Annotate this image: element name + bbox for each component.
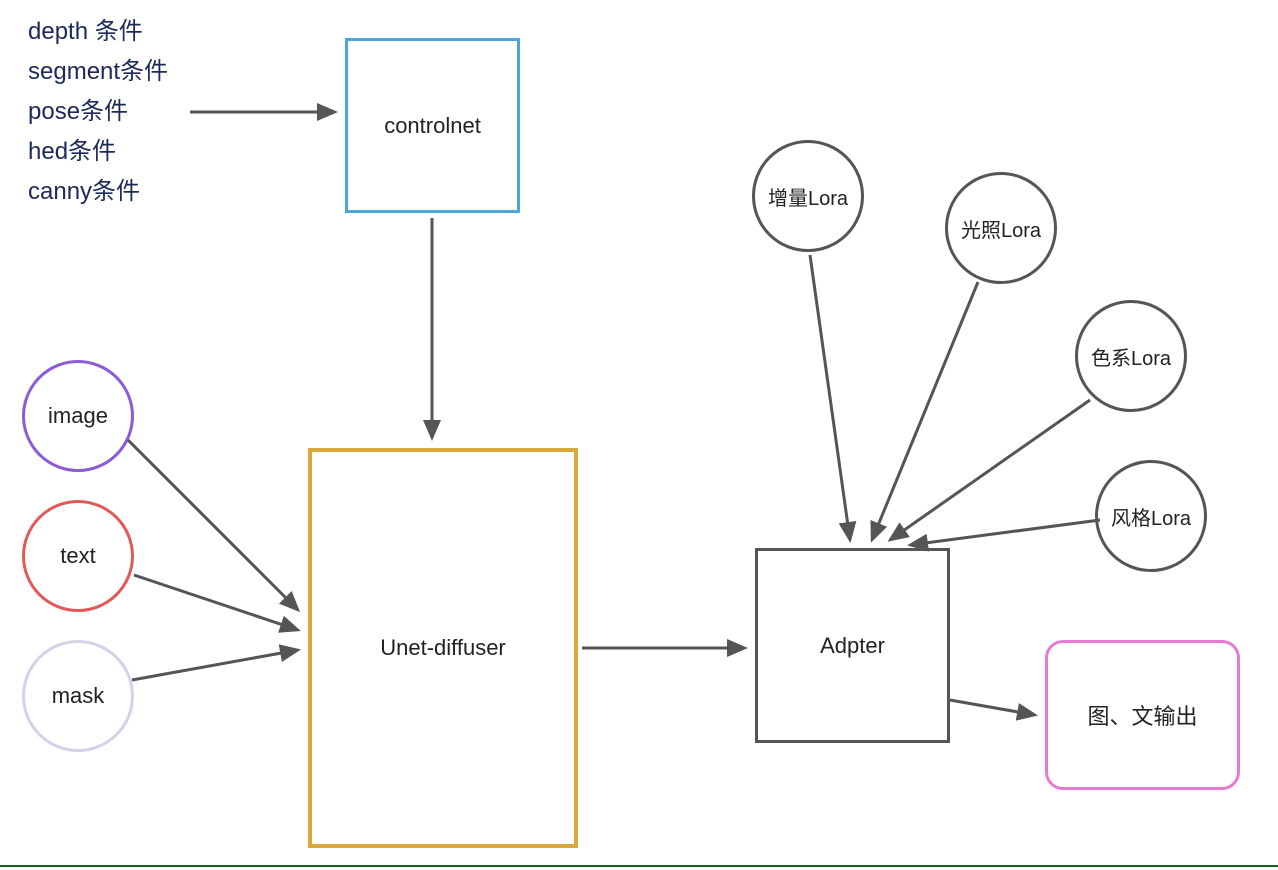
arrow-lora-a-to-adapter: [810, 255, 850, 540]
unet-diffuser-box: Unet-diffuser: [308, 448, 578, 848]
adapter-label: Adpter: [820, 633, 885, 659]
condition-item: hed条件: [28, 132, 168, 172]
controlnet-label: controlnet: [384, 113, 481, 139]
bottom-divider: [0, 865, 1278, 867]
condition-item: depth 条件: [28, 12, 168, 52]
arrow-lora-b-to-adapter: [872, 282, 978, 540]
condition-item: segment条件: [28, 52, 168, 92]
input-image-label: image: [48, 403, 108, 429]
lora-node: 风格Lora: [1095, 460, 1207, 572]
lora-node: 增量Lora: [752, 140, 864, 252]
input-text-node: text: [22, 500, 134, 612]
input-text-label: text: [60, 543, 95, 569]
lora-node: 光照Lora: [945, 172, 1057, 284]
condition-item: canny条件: [28, 172, 168, 212]
lora-label: 色系Lora: [1091, 342, 1171, 371]
arrow-mask-to-unet: [132, 650, 298, 680]
arrow-adapter-to-output: [950, 700, 1035, 715]
input-mask-node: mask: [22, 640, 134, 752]
condition-list: depth 条件 segment条件 pose条件 hed条件 canny条件: [28, 12, 168, 212]
controlnet-box: controlnet: [345, 38, 520, 213]
output-label: 图、文输出: [1087, 699, 1197, 731]
lora-node: 色系Lora: [1075, 300, 1187, 412]
arrow-lora-d-to-adapter: [910, 520, 1100, 545]
arrow-text-to-unet: [134, 575, 298, 630]
arrow-image-to-unet: [128, 440, 298, 610]
condition-item: pose条件: [28, 92, 168, 132]
output-box: 图、文输出: [1045, 640, 1240, 790]
input-image-node: image: [22, 360, 134, 472]
lora-label: 风格Lora: [1111, 502, 1191, 531]
unet-diffuser-label: Unet-diffuser: [380, 635, 506, 661]
adapter-box: Adpter: [755, 548, 950, 743]
lora-label: 增量Lora: [768, 182, 848, 211]
lora-label: 光照Lora: [961, 214, 1041, 243]
input-mask-label: mask: [52, 683, 105, 709]
arrow-lora-c-to-adapter: [890, 400, 1090, 540]
